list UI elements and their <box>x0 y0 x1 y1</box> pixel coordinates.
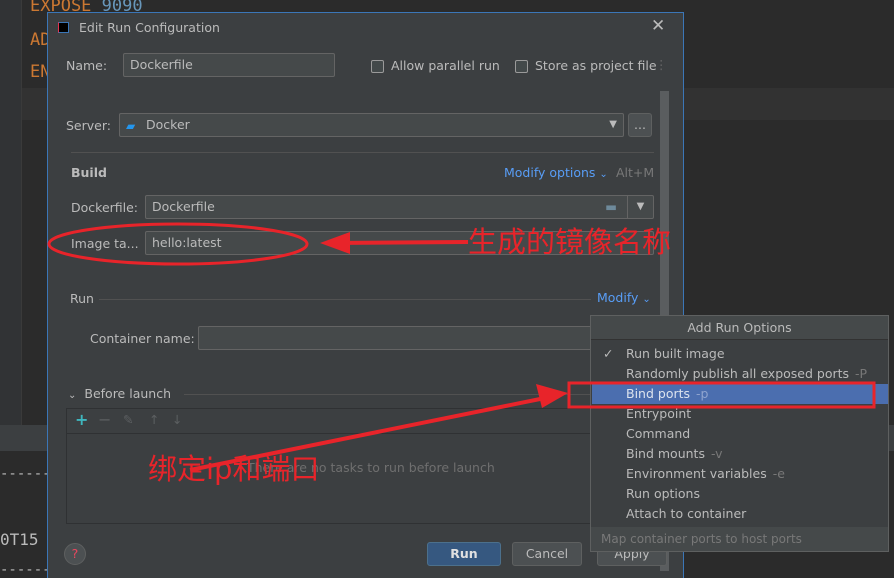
annotation-ellipse <box>47 222 309 266</box>
annotation-arrowhead <box>320 232 350 254</box>
annotation-image-name-note: 生成的镜像名称 <box>468 225 672 259</box>
annotation-arrow-shaft <box>329 240 469 245</box>
annotation-arrowhead <box>536 384 568 408</box>
annotation-layer <box>47 222 876 472</box>
annotation-highlight-box <box>567 381 876 409</box>
annotation-bind-note: 绑定ip和端口 <box>148 452 320 486</box>
